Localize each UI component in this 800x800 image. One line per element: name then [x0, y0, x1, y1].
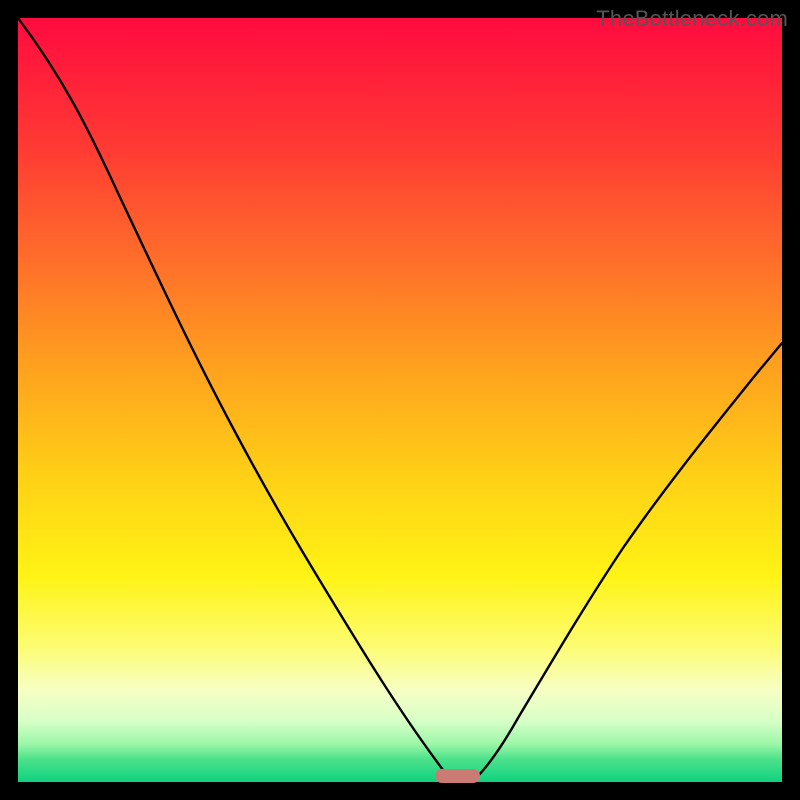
watermark-text: TheBottleneck.com: [596, 6, 788, 32]
bottleneck-marker: [435, 769, 480, 783]
chart-frame: TheBottleneck.com: [0, 0, 800, 800]
curve-right-branch: [476, 343, 782, 778]
bottleneck-curve: [18, 18, 782, 782]
plot-area: [18, 18, 782, 782]
curve-left-branch: [18, 18, 450, 778]
